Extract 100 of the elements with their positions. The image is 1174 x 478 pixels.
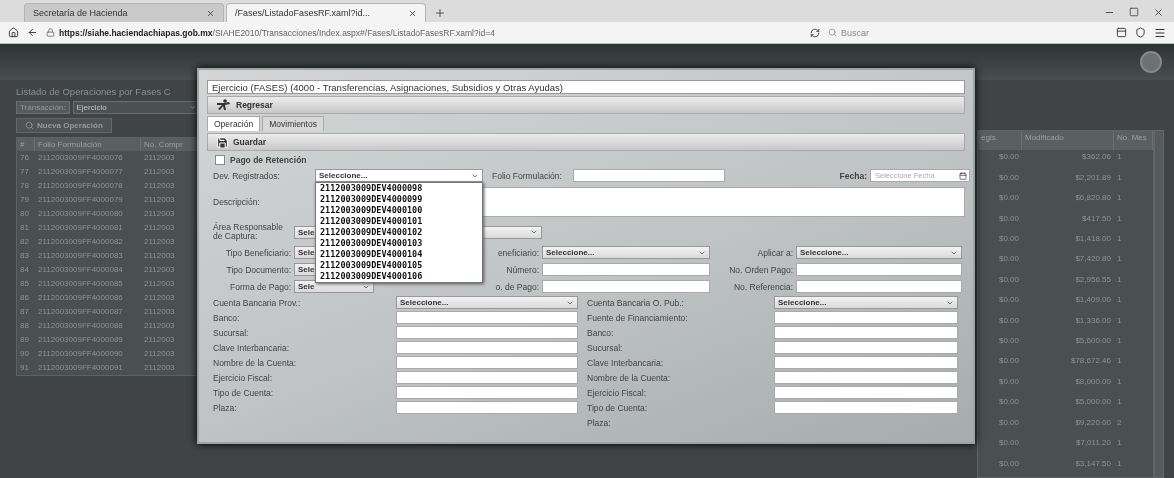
table-cell-text: 2112003009FF4000077 <box>37 166 124 178</box>
table-cell-text: 2112003009FF4000087 <box>37 306 124 318</box>
table-cell-text: $5,600.00 <box>1074 335 1112 348</box>
table-cell-text: 2112003 <box>143 208 176 220</box>
table-cell-text: $1,409.00 <box>1074 294 1112 307</box>
field-label: o. de Pago: <box>495 281 539 292</box>
field-label: Tipo Beneficiario: <box>225 247 291 258</box>
table-cell-text: 79 <box>19 194 30 206</box>
table-cell-text: 2112003 <box>143 180 176 192</box>
field-label: Dev. Registrados: <box>212 170 280 181</box>
table-cell-text: $8,000.00 <box>1074 375 1112 388</box>
table-cell-text: 2112003009FF4000084 <box>37 264 124 276</box>
table-cell-text: 2112003009FF4000088 <box>37 320 124 332</box>
table-cell-text: 84 <box>19 264 30 276</box>
table-cell-text: $5,000.00 <box>1074 396 1112 409</box>
table-cell-text: $417.50 <box>1081 212 1112 225</box>
checkbox-label: Pago de Retención <box>230 154 307 165</box>
field-label: Clave Interbancaria: <box>212 342 290 353</box>
table-cell-text: 2112003 <box>143 250 176 262</box>
table-cell-text: 1 <box>1116 253 1123 266</box>
field-label: Fuente de Financiamiento: <box>586 312 688 323</box>
field-label: Aplicar a: <box>757 247 793 258</box>
field-label: No. Orden Pago: <box>729 264 793 275</box>
table-cell-text: $7,420.80 <box>1074 253 1112 266</box>
table-cell-text: 77 <box>19 166 30 178</box>
table-cell-text: 2112003 <box>143 264 176 276</box>
table-cell-text: 2112003009FF4000080 <box>37 208 124 220</box>
table-cell-text: 1 <box>1116 437 1123 450</box>
table-cell-text: 1 <box>1116 314 1123 327</box>
dialog-title: Ejercicio (FASES) (4000 - Transferencias, Asignaciones, Subsidios y Otras Ayudas) <box>207 80 965 94</box>
table-cell-text: $1,336.00 <box>1074 314 1112 327</box>
table-cell-text: 2112003009FF4000091 <box>37 362 124 374</box>
field-label: Cuenta Bancaria O. Pub.: <box>586 297 684 308</box>
field-label: Folio Formulación: <box>491 170 562 181</box>
field-label: eneficiario: <box>497 247 539 258</box>
table-cell-text: 1 <box>1116 151 1123 164</box>
table-cell-text: 1 <box>1116 375 1123 388</box>
table-cell-text: $2,201.89 <box>1074 171 1112 184</box>
table-cell-text: $3,147.50 <box>1074 457 1112 470</box>
field-label: Ejercicio Fiscal: <box>586 387 647 398</box>
field-label: Tipo de Cuenta: <box>212 387 274 398</box>
table-cell-text: 85 <box>19 278 30 290</box>
field-label: Nombre de la Cuenta: <box>586 372 671 383</box>
table-cell-text: 2112003009FF4000083 <box>37 250 124 262</box>
field-label: No. Referencia: <box>733 281 793 292</box>
field-label: Forma de Pago: <box>230 281 291 292</box>
table-cell-text: 1 <box>1116 273 1123 286</box>
table-cell-text: 2112003009FF4000078 <box>37 180 124 192</box>
field-label: Sucursal: <box>586 342 623 353</box>
field-label: Ejercicio Fiscal: <box>212 372 273 383</box>
table-cell-text: 2112003 <box>143 292 176 304</box>
field-label: Sucursal: <box>212 327 249 338</box>
table-cell-text: 78 <box>19 180 30 192</box>
table-cell-text: 2112003009FF4000086 <box>37 292 124 304</box>
field-label: Clave Interbancaria: <box>586 357 664 368</box>
table-cell-text: 1 <box>1116 396 1123 409</box>
table-cell-text: 2112003 <box>143 152 176 164</box>
table-cell-text: 1 <box>1116 212 1123 225</box>
table-cell-text: 1 <box>1116 294 1123 307</box>
table-cell-text: $78,672.46 <box>1069 355 1112 368</box>
field-label: Nombre de la Cuenta: <box>212 357 297 368</box>
table-cell-text: 2112003 <box>143 278 176 290</box>
field-label: Fecha: <box>839 170 867 181</box>
table-cell-text: 1 <box>1116 335 1123 348</box>
table-cell-text: 1 <box>1116 457 1123 470</box>
table-cell-text: $9,220.00 <box>1074 416 1112 429</box>
table-cell-text: 2112003 <box>143 306 176 318</box>
table-cell-text: 2112003009FF4000090 <box>37 348 124 360</box>
table-cell-text: 2112003 <box>143 362 176 374</box>
table-cell-text: 1 <box>1116 192 1123 205</box>
field-label: Número: <box>506 264 539 275</box>
table-cell-text: 2112003009FF4000076 <box>37 152 124 164</box>
field-label: Área Responsable de Captura: <box>212 223 284 241</box>
field-label: Tipo de Cuenta: <box>586 402 648 413</box>
field-label: Plaza: <box>212 402 237 413</box>
table-cell-text: 1 <box>1116 171 1123 184</box>
table-cell-text: $1,418.00 <box>1074 233 1112 246</box>
field-label: Cuenta Bancaria Prov.: <box>212 297 301 308</box>
table-cell-text: 2112003 <box>143 320 176 332</box>
field-label: Banco: <box>586 327 614 338</box>
field-label: Banco: <box>212 312 240 323</box>
table-cell-text: 2112003 <box>143 194 176 206</box>
table-cell-text: 2112003 <box>143 334 176 346</box>
field-label: Tipo Documento: <box>226 264 291 275</box>
field-label: Plaza: <box>586 417 611 428</box>
field-label: Descripción: <box>212 197 260 207</box>
table-cell-text: $362.06 <box>1081 151 1112 164</box>
table-cell-text: 2112003009FF4000089 <box>37 334 124 346</box>
table-cell-text: $6,820.80 <box>1074 192 1112 205</box>
filter-label: Transacción: <box>16 101 70 114</box>
table-cell-text: 1 <box>1116 355 1123 368</box>
table-cell-text: 2112003 <box>143 222 176 234</box>
table-cell-text: 2112003009FF4000079 <box>37 194 124 206</box>
table-cell-text: 2112003 <box>143 236 176 248</box>
table-cell-text: 2112003 <box>143 166 176 178</box>
table-cell-text: 1 <box>1116 233 1123 246</box>
table-cell-text: 76 <box>19 152 30 164</box>
table-cell-text: 2112003009FF4000081 <box>37 222 124 234</box>
table-cell-text: 82 <box>19 236 30 248</box>
page-heading: Listado de Operaciones por Fases C <box>16 86 172 97</box>
